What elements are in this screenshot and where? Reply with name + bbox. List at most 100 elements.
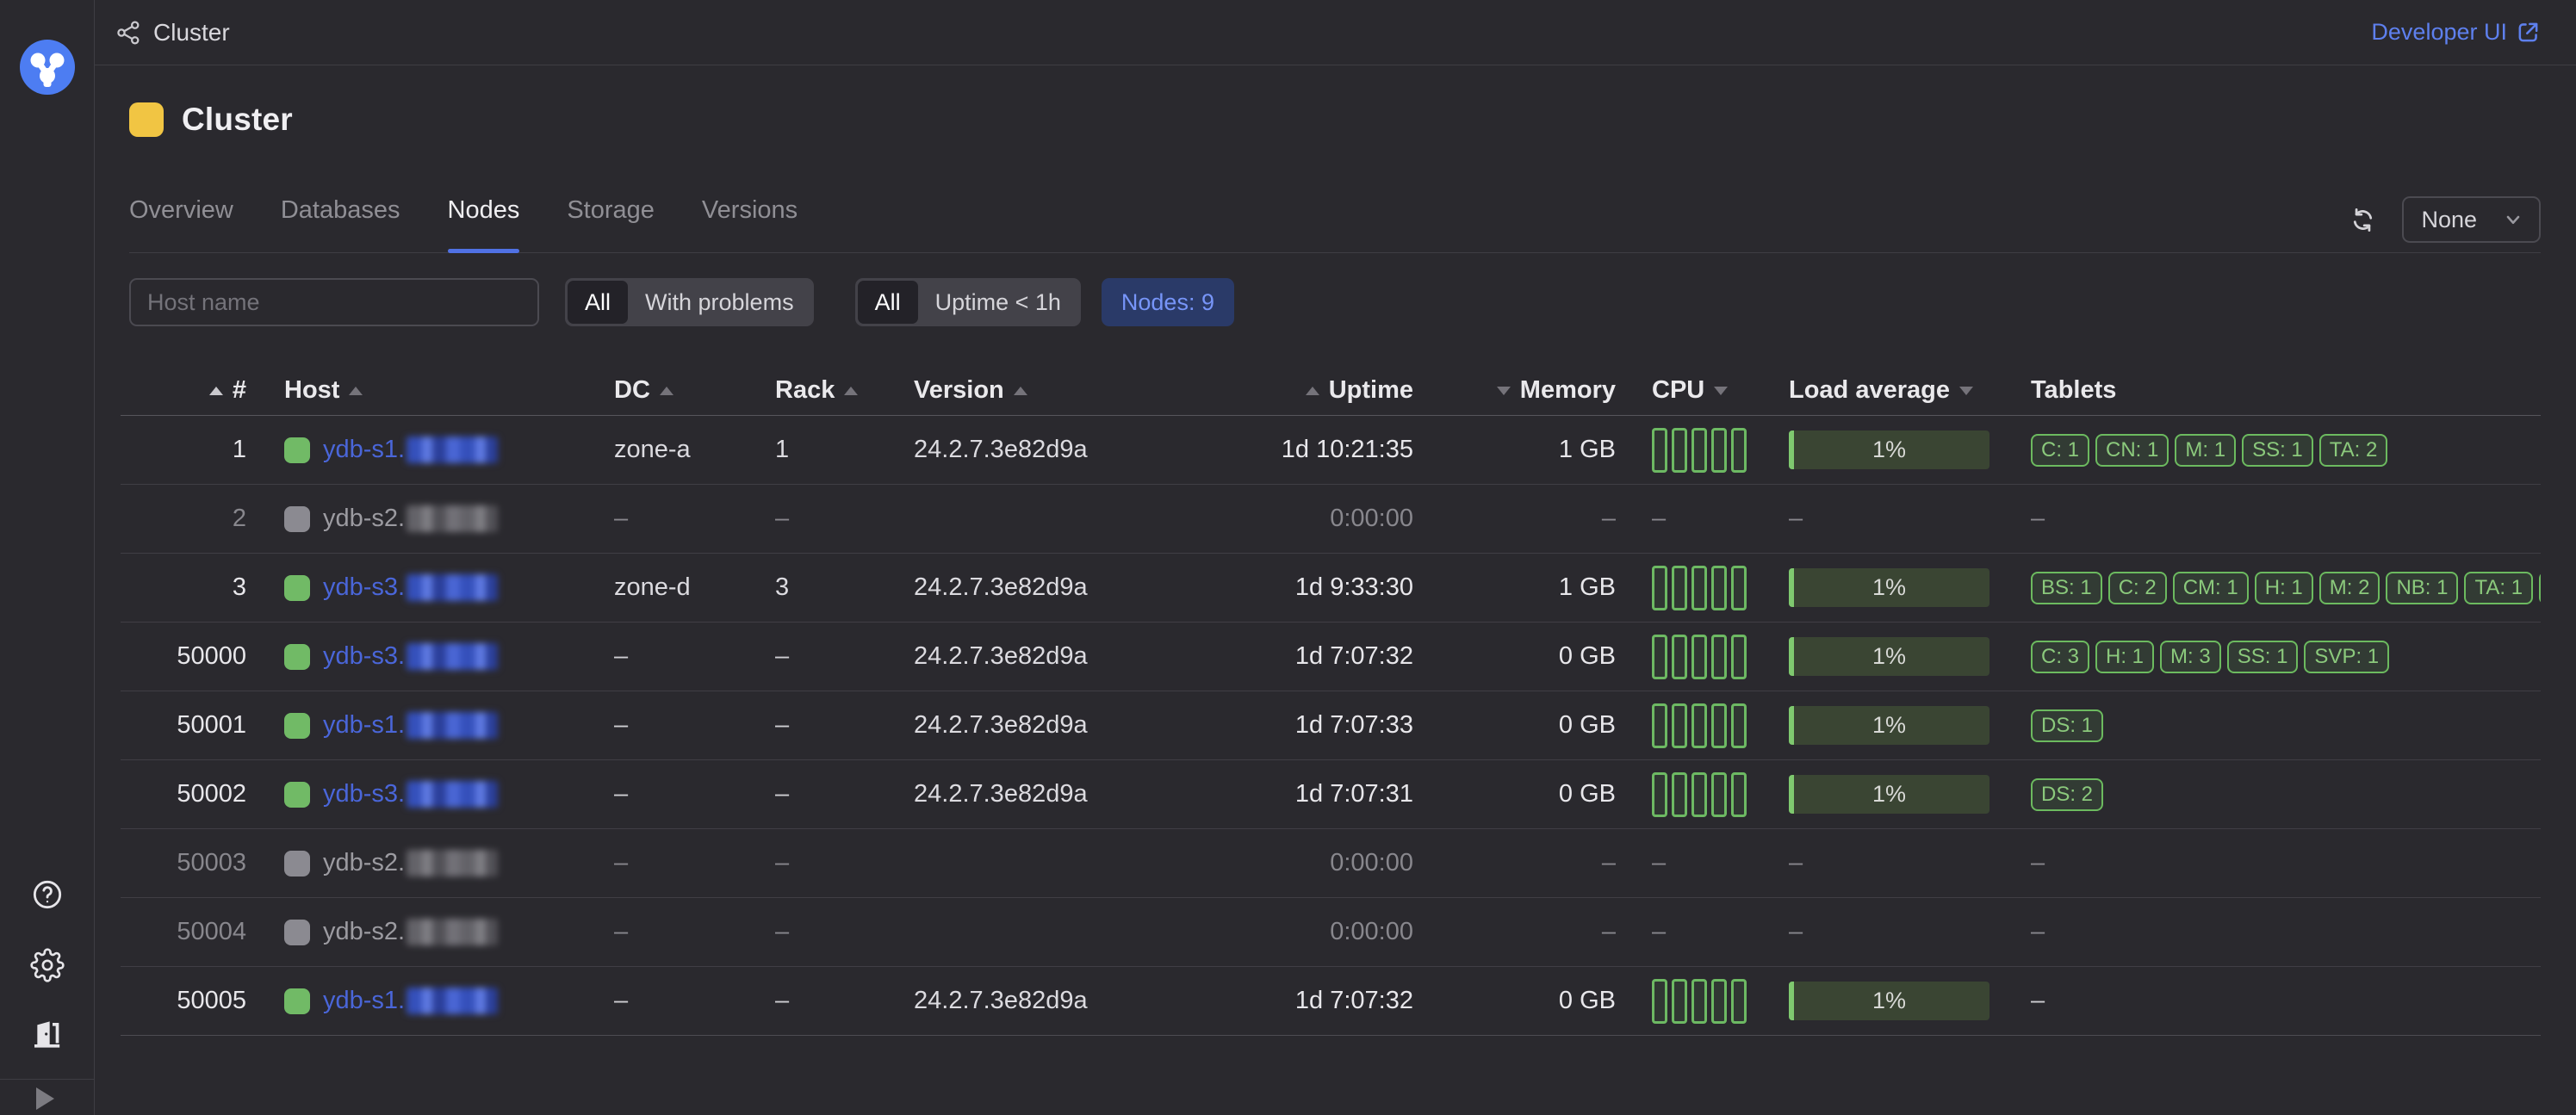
problem-filter-all[interactable]: All (568, 281, 628, 324)
redacted-hostname (407, 437, 498, 463)
column-header-dc[interactable]: DC (603, 366, 767, 415)
node-status-indicator (284, 920, 310, 945)
host-link[interactable]: ydb-s3. (323, 573, 405, 602)
column-label-host: Host (284, 376, 339, 405)
uptime-filter-lt1h[interactable]: Uptime < 1h (918, 281, 1078, 324)
settings-button[interactable] (28, 945, 67, 985)
memory-cell: 1 GB (1417, 554, 1619, 622)
sort-arrow-icon (660, 387, 673, 395)
empty-value: – (2031, 987, 2045, 1015)
load-average-value: 1% (1872, 437, 1906, 463)
load-average-fill (1789, 568, 1794, 607)
column-header-load[interactable]: Load average (1770, 366, 2011, 415)
uptime-cell: 0:00:00 (1171, 898, 1417, 966)
load-average-value: 1% (1872, 712, 1906, 739)
tablet-badge[interactable]: DS: 2 (2031, 778, 2103, 811)
host-link[interactable]: ydb-s3. (323, 780, 405, 808)
empty-value: – (1602, 849, 1616, 877)
developer-ui-link[interactable]: Developer UI (2371, 19, 2541, 46)
tablet-badge[interactable]: CM: 1 (2173, 572, 2249, 604)
column-header-version[interactable]: Version (904, 366, 1171, 415)
tablet-badge[interactable]: H: 1 (2095, 641, 2154, 673)
node-id-cell: 50005 (121, 967, 258, 1035)
tablet-badge[interactable]: C: 3 (2031, 641, 2089, 673)
tablet-badge[interactable]: M: 2 (2319, 572, 2380, 604)
tablet-badge[interactable]: C: 1 (2031, 434, 2089, 467)
empty-value: – (614, 505, 628, 533)
tablet-badge[interactable]: SVP: 1 (2304, 641, 2389, 673)
tab-nodes[interactable]: Nodes (448, 196, 520, 252)
table-row: 50002ydb-s3.––24.2.7.3e82d9a1d 7:07:310 … (121, 760, 2541, 829)
page-header: Cluster (129, 102, 293, 138)
refresh-button[interactable] (2345, 196, 2380, 243)
column-header-rack[interactable]: Rack (767, 366, 904, 415)
host-link[interactable]: ydb-s1. (323, 711, 405, 740)
node-status-indicator (284, 713, 310, 739)
table-row: 50003ydb-s2.––0:00:00–––– (121, 829, 2541, 898)
load-average-bar: 1% (1789, 775, 1989, 814)
load-average-cell: 1% (1770, 554, 2011, 622)
column-header-id[interactable]: # (121, 366, 258, 415)
tablet-badge[interactable]: BS: 1 (2031, 572, 2102, 604)
load-average-bar: 1% (1789, 431, 1989, 469)
tablet-badge[interactable]: H: 1 (2255, 572, 2313, 604)
cpu-bar (1711, 772, 1727, 817)
tablet-badge[interactable]: DS: 1 (2031, 709, 2103, 742)
autorefresh-select[interactable]: None (2402, 196, 2541, 243)
empty-value: – (775, 987, 789, 1015)
tablet-badge[interactable]: TB: 1 (2539, 572, 2541, 604)
load-average-bar: 1% (1789, 706, 1989, 745)
problem-filter-with-problems[interactable]: With problems (628, 281, 811, 324)
tablet-badge[interactable]: SS: 1 (2227, 641, 2299, 673)
tablet-badge[interactable]: NB: 1 (2386, 572, 2458, 604)
tab-versions[interactable]: Versions (702, 196, 798, 252)
developer-ui-label: Developer UI (2371, 19, 2507, 46)
uptime-filter-all[interactable]: All (858, 281, 918, 324)
tablets-cell: – (2011, 485, 2541, 553)
column-label-uptime: Uptime (1329, 376, 1413, 405)
column-header-uptime[interactable]: Uptime (1171, 366, 1417, 415)
tablet-badge[interactable]: CN: 1 (2095, 434, 2169, 467)
column-label-memory: Memory (1520, 376, 1616, 405)
tablets-cell: – (2011, 967, 2541, 1035)
tablets-cell: – (2011, 898, 2541, 966)
cpu-cell: – (1619, 485, 1770, 553)
tablet-badge[interactable]: M: 1 (2175, 434, 2236, 467)
column-header-memory[interactable]: Memory (1417, 366, 1619, 415)
cpu-bar (1652, 566, 1667, 610)
empty-value: – (775, 780, 789, 808)
column-label-dc: DC (614, 376, 650, 405)
ydb-logo[interactable] (20, 40, 75, 95)
tablet-badge[interactable]: M: 3 (2160, 641, 2221, 673)
load-average-fill (1789, 431, 1794, 469)
tab-overview[interactable]: Overview (129, 196, 233, 252)
logout-button[interactable] (28, 1014, 67, 1054)
tab-storage[interactable]: Storage (567, 196, 655, 252)
host-link[interactable]: ydb-s1. (323, 987, 405, 1015)
column-header-cpu[interactable]: CPU (1619, 366, 1770, 415)
tab-databases[interactable]: Databases (281, 196, 400, 252)
help-button[interactable] (28, 875, 67, 914)
host-link[interactable]: ydb-s3. (323, 642, 405, 671)
external-link-icon (2516, 20, 2541, 45)
column-header-tablets[interactable]: Tablets (2011, 366, 2541, 415)
load-average-cell: 1% (1770, 623, 2011, 691)
problem-filter: All With problems (565, 278, 814, 326)
column-label-cpu: CPU (1652, 376, 1704, 405)
column-header-host[interactable]: Host (258, 366, 603, 415)
host-name-search-input[interactable] (129, 278, 539, 326)
tablet-badge[interactable]: TA: 2 (2319, 434, 2388, 467)
expand-sidebar-button[interactable] (36, 1087, 54, 1110)
cpu-bar (1731, 428, 1747, 473)
tablet-badge[interactable]: SS: 1 (2242, 434, 2313, 467)
empty-value: – (614, 918, 628, 946)
sort-arrow-icon (209, 387, 223, 395)
rack-cell: – (767, 898, 904, 966)
exit-door-icon (30, 1017, 65, 1051)
cluster-nodes-icon (115, 19, 142, 46)
tablet-badge[interactable]: C: 2 (2108, 572, 2167, 604)
host-link[interactable]: ydb-s1. (323, 436, 405, 464)
tablet-badge[interactable]: TA: 1 (2464, 572, 2533, 604)
node-id-cell: 2 (121, 485, 258, 553)
cpu-bar (1672, 979, 1687, 1024)
